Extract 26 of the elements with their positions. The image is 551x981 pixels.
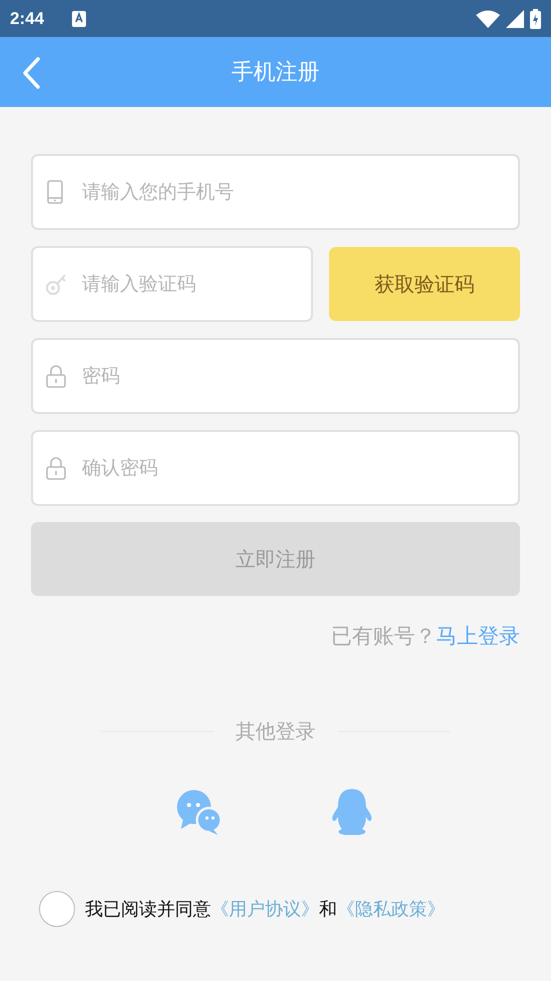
login-link[interactable]: 马上登录 [436,622,520,650]
signal-icon [506,10,524,28]
input-field[interactable]: 确认密码 [31,430,520,506]
agreement-text: 我已阅读并同意《用户协议》和《隐私政策》 [85,898,445,921]
key-icon [46,272,66,296]
status-time: 2:44 [10,8,44,28]
page-title: 手机注册 [232,59,320,87]
agree-checkbox[interactable] [39,891,75,927]
terms-link[interactable]: 《用户协议》 [211,899,319,920]
battery-icon [530,8,541,28]
text-input[interactable]: 确认密码 [80,456,518,480]
section-title: 其他登录 [236,718,316,745]
input-field[interactable]: 请输入您的手机号 [31,154,520,230]
get-code-button[interactable]: 获取验证码 [329,247,520,321]
input-field[interactable]: 密码 [31,338,520,414]
phone-icon [46,180,66,204]
lock-icon [46,456,66,480]
wifi-icon [476,10,500,28]
text-input[interactable]: 请输入您的手机号 [80,180,518,204]
account-prompt: 已有账号？ [331,623,436,650]
keyboard-icon [72,10,86,26]
lock-icon [46,364,66,388]
privacy-link[interactable]: 《隐私政策》 [337,899,445,920]
text-input[interactable]: 请输入验证码 [80,272,311,296]
text-input[interactable]: 密码 [80,364,518,388]
input-field[interactable]: 请输入验证码 [31,246,313,322]
